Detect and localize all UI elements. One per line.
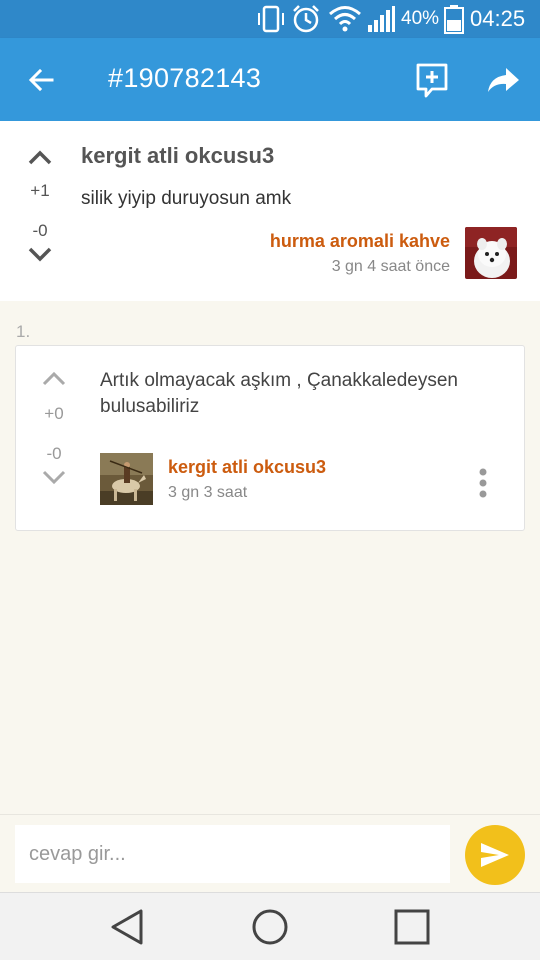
battery-icon bbox=[443, 0, 465, 38]
nav-recents-icon[interactable] bbox=[390, 905, 434, 949]
post-card: +1 -0 kergit atli okcusu3 silik yiyip du… bbox=[0, 121, 540, 301]
reply-input[interactable] bbox=[15, 825, 450, 883]
battery-percent: 40% bbox=[401, 8, 440, 29]
upvote-count: +0 bbox=[44, 404, 64, 423]
upvote-chevron-icon[interactable] bbox=[15, 147, 65, 171]
more-options-icon[interactable] bbox=[470, 466, 496, 500]
upvote-chevron-icon[interactable] bbox=[29, 370, 79, 392]
reply-card: +0 -0 Artık olmayacak aşkım , Çanakkaled… bbox=[15, 345, 525, 531]
reply-vote-column: +0 -0 bbox=[29, 370, 79, 490]
post-author[interactable]: kergit atli okcusu3 bbox=[81, 143, 274, 169]
post-vote-column: +1 -0 bbox=[15, 147, 65, 269]
op-timestamp: 3 gn 4 saat önce bbox=[331, 258, 450, 275]
app-bar: #190782143 bbox=[0, 38, 540, 121]
send-button[interactable] bbox=[465, 825, 525, 885]
back-arrow-icon[interactable] bbox=[22, 60, 62, 100]
share-icon[interactable] bbox=[484, 60, 524, 100]
reply-text: Artık olmayacak aşkım , Çanakkaledeysen … bbox=[100, 370, 458, 417]
downvote-count: -0 bbox=[32, 221, 48, 240]
alarm-icon bbox=[290, 0, 322, 38]
reply-composer bbox=[0, 814, 540, 892]
downvote-chevron-icon[interactable] bbox=[29, 468, 79, 490]
page-title: #190782143 bbox=[108, 63, 262, 93]
nav-back-icon[interactable] bbox=[106, 905, 150, 949]
reply-index: 1. bbox=[16, 322, 31, 341]
send-icon bbox=[481, 843, 509, 867]
reply-username[interactable]: kergit atli okcusu3 bbox=[168, 457, 326, 478]
nav-home-icon[interactable] bbox=[248, 905, 292, 949]
op-avatar[interactable] bbox=[465, 227, 517, 279]
post-text: silik yiyip duruyosun amk bbox=[81, 188, 292, 209]
clock: 04:25 bbox=[470, 6, 526, 31]
vibrate-icon bbox=[256, 0, 286, 38]
reply-timestamp: 3 gn 3 saat bbox=[168, 484, 248, 501]
downvote-chevron-icon[interactable] bbox=[15, 245, 65, 269]
reply-avatar[interactable] bbox=[100, 453, 153, 505]
downvote-count: -0 bbox=[46, 444, 62, 463]
op-username[interactable]: hurma aromali kahve bbox=[270, 231, 450, 252]
status-bar: 40% 04:25 bbox=[0, 0, 540, 38]
add-comment-icon[interactable] bbox=[412, 60, 452, 100]
signal-icon bbox=[366, 0, 396, 38]
upvote-count: +1 bbox=[30, 181, 50, 200]
wifi-icon bbox=[328, 0, 362, 38]
system-nav-bar bbox=[0, 892, 540, 960]
